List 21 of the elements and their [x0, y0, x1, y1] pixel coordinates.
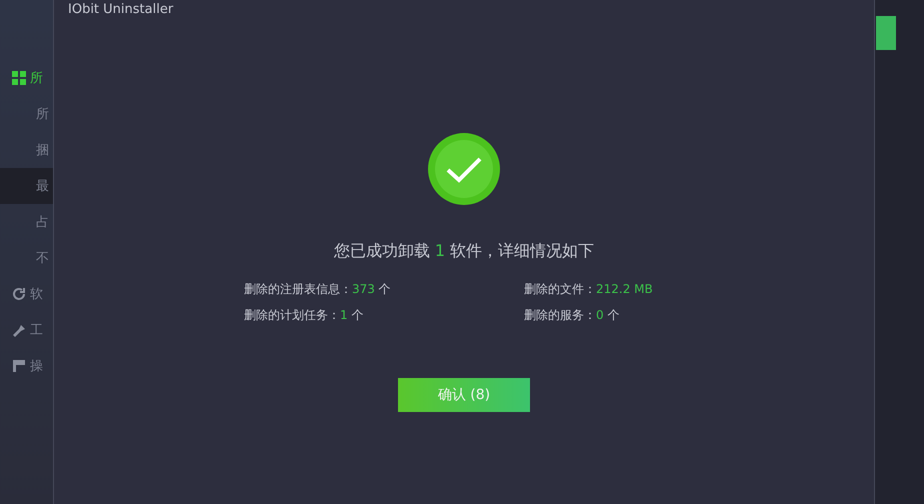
stat-text: 删除的计划任务：1 个 [244, 307, 364, 324]
sidebar-item[interactable]: 捆 [0, 132, 53, 168]
sidebar-item[interactable]: 不 [0, 240, 53, 276]
check-circle-icon [428, 133, 500, 205]
action-button[interactable] [876, 16, 896, 50]
grid-icon [12, 71, 26, 85]
stat-text: 删除的文件：212.2 MB [524, 281, 654, 298]
sidebar-item[interactable]: 操 [0, 348, 53, 384]
sidebar-item[interactable]: 所 [0, 96, 53, 132]
sidebar-item[interactable]: 所 [0, 60, 53, 96]
stat-text: 删除的注册表信息：373 个 [244, 281, 392, 298]
sidebar-item[interactable]: 占 [0, 204, 53, 240]
sidebar-item[interactable]: 最 [0, 168, 53, 204]
sidebar-item[interactable]: 工 [0, 312, 53, 348]
refresh-icon [12, 287, 26, 301]
stat-text: 删除的服务：0 个 [524, 307, 620, 324]
confirm-button[interactable]: 确认 (8) [398, 378, 530, 412]
tool-icon [12, 323, 26, 337]
sidebar-item[interactable]: 软 [0, 276, 53, 312]
window-title: IObit Uninstaller [68, 2, 174, 17]
success-message: 您已成功卸载 1 软件，详细情况如下 [334, 241, 594, 262]
